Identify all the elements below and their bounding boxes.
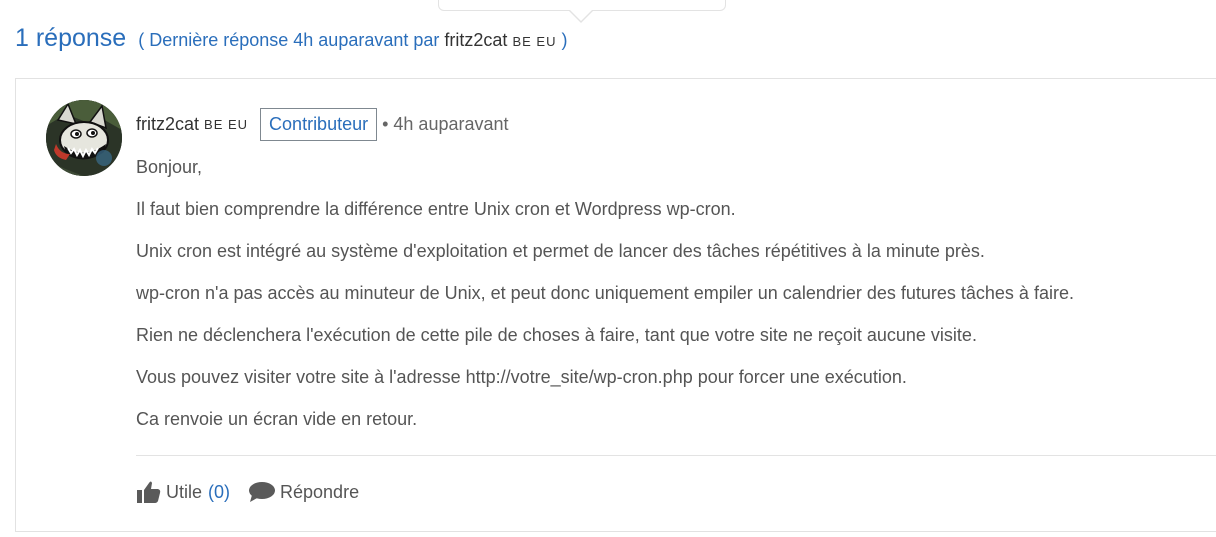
post-body: Bonjour, Il faut bien comprendre la diff… xyxy=(136,155,1074,449)
post-paragraph: Il faut bien comprendre la différence en… xyxy=(136,199,736,219)
avatar-wolf-image xyxy=(46,100,122,176)
useful-button[interactable]: Utile (0) xyxy=(136,480,230,504)
last-reply-suffix: ) xyxy=(561,30,568,50)
last-reply-info: ( Dernière réponse 4h auparavant par fri… xyxy=(138,30,567,51)
thumbs-up-icon xyxy=(136,480,161,504)
post-actions: Utile (0) Répondre xyxy=(136,480,359,504)
reply-button[interactable]: Répondre xyxy=(248,481,359,503)
last-reply-prefix[interactable]: ( Dernière réponse 4h auparavant par xyxy=(138,30,439,50)
post-header: fritz2cat BE EU Contributeur • 4h aupara… xyxy=(136,106,509,142)
useful-label: Utile xyxy=(166,481,203,502)
last-reply-author[interactable]: fritz2cat xyxy=(444,30,507,50)
avatar[interactable] xyxy=(46,100,122,176)
post-paragraph: wp-cron n'a pas accès au minuteur de Uni… xyxy=(136,283,1074,303)
post-paragraph: Ca renvoie un écran vide en retour. xyxy=(136,409,418,429)
useful-count: (0) xyxy=(208,481,231,502)
post-paragraph: Rien ne déclenchera l'exécution de cette… xyxy=(136,325,977,345)
reply-label: Répondre xyxy=(280,481,360,502)
speech-bubble-icon xyxy=(248,481,276,503)
post-author[interactable]: fritz2cat xyxy=(136,114,199,135)
last-reply-author-flags: BE EU xyxy=(512,34,557,49)
post-divider xyxy=(136,455,1216,456)
reply-summary-header: 1 réponse ( Dernière réponse 4h auparava… xyxy=(15,24,567,53)
tooltip-arrow-inner xyxy=(569,9,593,21)
post-paragraph: Vous pouvez visiter votre site à l'adres… xyxy=(136,367,907,387)
post-paragraph: Bonjour, xyxy=(136,157,203,177)
reply-count[interactable]: 1 réponse xyxy=(15,24,126,53)
post-paragraph: Unix cron est intégré au système d'explo… xyxy=(136,241,985,261)
reply-post-card: fritz2cat BE EU Contributeur • 4h aupara… xyxy=(15,78,1216,532)
post-author-flags: BE EU xyxy=(204,116,249,132)
contributor-badge[interactable]: Contributeur xyxy=(260,107,378,141)
post-time: • 4h auparavant xyxy=(382,113,509,134)
